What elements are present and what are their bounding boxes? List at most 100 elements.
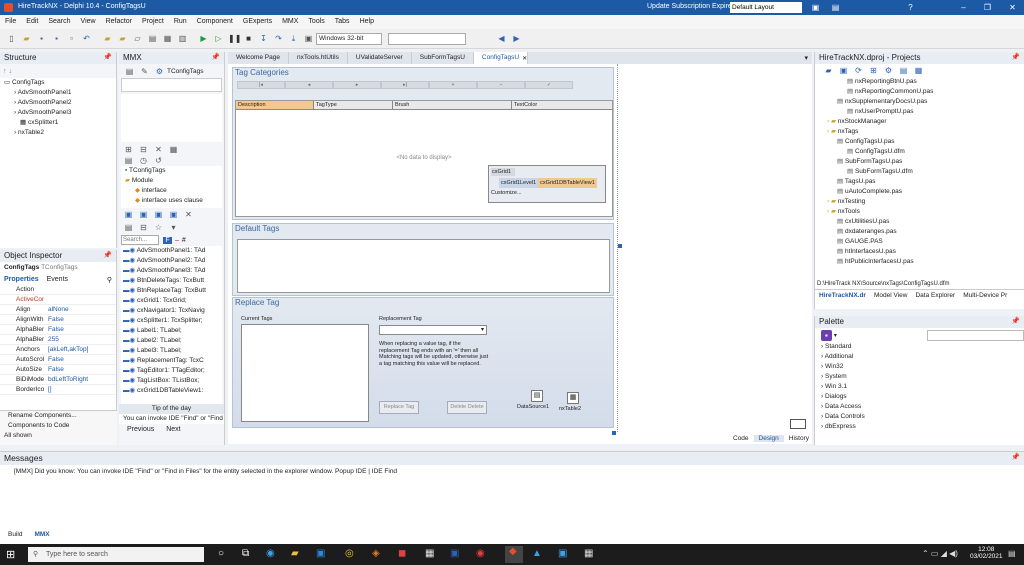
property-row[interactable]: AutoSize False (0, 365, 116, 375)
update-subscription-label[interactable]: Update Subscription Expired (647, 3, 736, 10)
print-icon[interactable]: ▫ (66, 33, 77, 44)
mmx-search-input[interactable]: Search... (121, 235, 159, 245)
mmx-icon-a[interactable]: ▣ (123, 209, 134, 220)
mmx-icon-c[interactable]: ▣ (153, 209, 164, 220)
col-textcolor[interactable]: TextColor (512, 101, 611, 109)
back-icon[interactable]: ◀ (496, 33, 507, 44)
property-value[interactable]: [akLeft,akTop] (44, 345, 88, 354)
app-icon[interactable]: ◉ (476, 548, 485, 559)
app-icon[interactable]: ◈ (372, 548, 380, 559)
project-tree-item[interactable]: ▤ TagsU.pas (815, 177, 1024, 187)
palette-category[interactable]: › Win 3.1 (815, 382, 1024, 392)
mmx-entity-item[interactable]: ▬◉ TagEditor1: TTagEditor; (121, 366, 222, 376)
search-icon[interactable]: ⚲ (107, 276, 112, 284)
mmx-entity-item[interactable]: ▬◉ ReplacementTag: TcxC (121, 356, 222, 366)
menu-run[interactable]: Run (174, 15, 187, 29)
tip-previous-button[interactable]: Previous (127, 426, 154, 433)
proj-build-icon[interactable]: ⚙ (883, 65, 894, 76)
nav-prior-button[interactable]: ◂ (285, 81, 333, 89)
mmx-tree-icon[interactable]: ⊟ (138, 222, 149, 233)
help-icon[interactable]: ? (905, 2, 916, 13)
tab-events[interactable]: Events (47, 276, 68, 283)
taskbar-search-box[interactable]: ⚲ Type here to search (28, 547, 204, 562)
menu-edit[interactable]: Edit (26, 15, 38, 29)
palette-dropdown-icon[interactable]: ▾ (834, 332, 837, 339)
palette-category[interactable]: › Win32 (815, 362, 1024, 372)
tab-configtagsu[interactable]: ConfigTagsU (473, 52, 529, 64)
layout-load-icon[interactable]: ▤ (830, 2, 841, 13)
mmx-filter-f[interactable]: F (163, 236, 172, 244)
view-form-icon[interactable]: ▦ (162, 33, 173, 44)
tab-subformtagsu[interactable]: SubFormTagsU (411, 52, 474, 64)
chrome-icon[interactable]: ◎ (345, 548, 354, 559)
project-tree-item[interactable]: ▤ cxUtilitiesU.pas (815, 217, 1024, 227)
mmx-entity-item[interactable]: ▬◉ AdvSmoothPanel1: TAd (121, 246, 222, 256)
step-over-icon[interactable]: ↷ (273, 33, 284, 44)
tab-multi-device[interactable]: Multi-Device Pr (959, 292, 1011, 299)
move-down-icon[interactable]: ↓ (8, 68, 12, 75)
property-row[interactable]: Anchors [akLeft,akTop] (0, 345, 116, 355)
property-value[interactable]: False (44, 365, 64, 374)
open-project-icon[interactable]: ▰ (102, 33, 113, 44)
default-tags-editor[interactable] (237, 239, 610, 293)
project-tree-item[interactable]: ▤ SubFormTagsU.pas (815, 157, 1024, 167)
app-icon[interactable]: ▦ (584, 548, 593, 559)
tab-model-view[interactable]: Model View (870, 292, 911, 299)
new-file-icon[interactable]: ▯ (6, 33, 17, 44)
project-tree-item[interactable]: ▤ SubFormTagsU.dfm (815, 167, 1024, 177)
mmx-entity-item[interactable]: ▬◉ BtnDeleteTags: TcxButt (121, 276, 222, 286)
app-icon[interactable]: ▲ (532, 548, 542, 559)
project-tree-item[interactable]: ▤ uAutoComplete.pas (815, 187, 1024, 197)
nav-insert-button[interactable]: + (429, 81, 477, 89)
tab-project[interactable]: HireTrackNX.dr (815, 292, 870, 299)
mmx-entity-item[interactable]: ▬◉ Label1: TLabel; (121, 326, 222, 336)
stop-icon[interactable]: ■ (243, 33, 254, 44)
property-row[interactable]: AlphaBlen False (0, 325, 116, 335)
tab-mmx[interactable]: MMX (30, 531, 53, 538)
mmx-back-icon[interactable]: ↺ (153, 155, 164, 166)
pin-icon[interactable]: 📌 (103, 250, 112, 262)
explorer-icon[interactable]: ▰ (291, 548, 299, 559)
proj-add-icon[interactable]: ▣ (838, 65, 849, 76)
app-icon[interactable]: ▣ (558, 548, 567, 559)
delphi-taskbar-icon[interactable]: ◆ (505, 546, 523, 563)
notifications-icon[interactable]: ▤ (1008, 549, 1016, 558)
structure-item[interactable]: › AdvSmoothPanel2 (0, 98, 116, 108)
outlook-icon[interactable]: ▣ (316, 548, 325, 559)
palette-category[interactable]: › Standard (815, 342, 1024, 352)
tip-next-button[interactable]: Next (166, 426, 180, 433)
layout-save-icon[interactable]: ▣ (810, 2, 821, 13)
tab-build[interactable]: Build (0, 531, 30, 538)
structure-item[interactable]: ▦ cxSplitter1 (0, 118, 116, 128)
mmx-entity-item[interactable]: ▬◉ Label2: TLabel; (121, 336, 222, 346)
layout-select[interactable]: Default Layout (730, 2, 802, 13)
menu-file[interactable]: File (5, 15, 16, 29)
components-to-code-link[interactable]: Components to Code (0, 421, 117, 431)
replacement-tag-combo[interactable]: ▾ (379, 325, 487, 335)
app-icon[interactable]: ▦ (425, 548, 434, 559)
pin-icon[interactable]: 📌 (1011, 452, 1020, 464)
delete-tags-button[interactable]: Delete Delete (447, 401, 487, 414)
cortana-icon[interactable]: ○ (218, 548, 224, 559)
property-value[interactable]: alNone (44, 305, 69, 314)
property-value[interactable]: False (44, 315, 64, 324)
mmx-icon-d[interactable]: ▣ (168, 209, 179, 220)
customize-link[interactable]: Customize... (491, 190, 605, 196)
palette-category[interactable]: › dbExpress (815, 422, 1024, 432)
structure-item[interactable]: › nxTable2 (0, 128, 116, 138)
edge-icon[interactable]: ◉ (266, 548, 275, 559)
property-row[interactable]: AlignWithI False (0, 315, 116, 325)
nav-first-button[interactable]: |◂ (237, 81, 285, 89)
proj-expand-icon[interactable]: ⊞ (868, 65, 879, 76)
col-description[interactable]: Description (236, 101, 314, 109)
rename-components-link[interactable]: Rename Components... (0, 411, 117, 421)
forward-icon[interactable]: ▶ (511, 33, 522, 44)
run-without-debug-icon[interactable]: ▷ (213, 33, 224, 44)
mmx-collapse-icon[interactable]: ⊟ (138, 144, 149, 155)
palette-search-input[interactable] (926, 329, 1024, 341)
cxgrid-view[interactable]: cxGrid1DBTableView1 (538, 178, 597, 188)
configuration-select[interactable] (388, 32, 466, 45)
move-up-icon[interactable]: ↑ (3, 68, 7, 75)
mmx-entity-item[interactable]: ▬◉ BtnReplaceTag: TcxButt (121, 286, 222, 296)
pause-icon[interactable]: ❚❚ (228, 33, 241, 44)
